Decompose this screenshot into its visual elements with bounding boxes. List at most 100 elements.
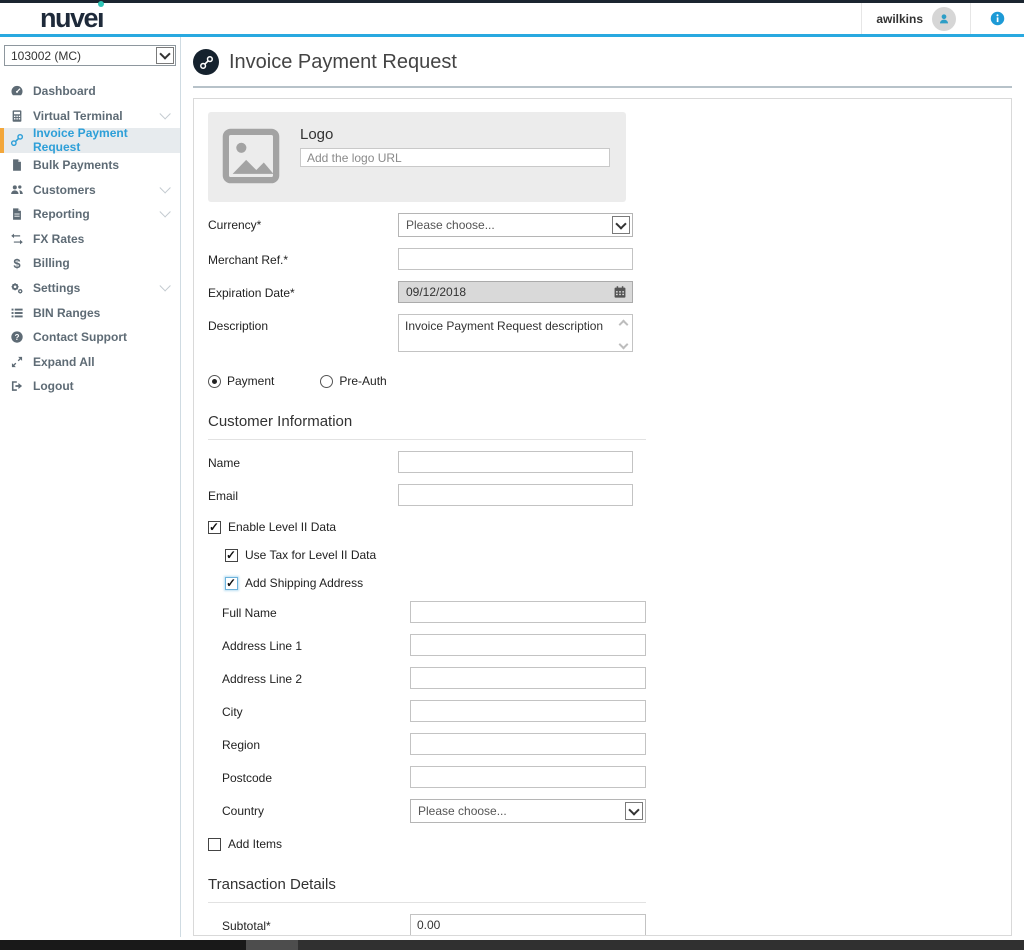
shipping-address1-input[interactable] <box>410 634 646 656</box>
full-name-label: Full Name <box>208 601 410 623</box>
link-icon <box>10 133 24 147</box>
sidebar-item-reporting[interactable]: Reporting <box>0 202 180 227</box>
nuvei-logo: nuveı <box>40 5 103 32</box>
enable-level2-row[interactable]: Enable Level II Data <box>200 520 1005 534</box>
dashboard-icon <box>10 84 24 98</box>
gears-icon <box>10 281 24 295</box>
sidebar-item-bin-ranges[interactable]: BIN Ranges <box>0 300 180 325</box>
list-icon <box>10 306 24 320</box>
preauth-radio-option[interactable]: Pre-Auth <box>320 374 386 388</box>
sidebar-item-virtual-terminal[interactable]: Virtual Terminal <box>0 104 180 129</box>
address1-label: Address Line 1 <box>208 634 410 656</box>
address2-label: Address Line 2 <box>208 667 410 689</box>
checkbox-add-shipping[interactable] <box>225 577 238 590</box>
info-button[interactable] <box>971 3 1024 34</box>
scrollbar-thumb[interactable] <box>246 940 298 950</box>
user-icon <box>937 12 951 26</box>
sidebar-item-dashboard[interactable]: Dashboard <box>0 79 180 104</box>
sidebar-item-customers[interactable]: Customers <box>0 177 180 202</box>
logout-icon <box>10 379 24 393</box>
logo-url-input[interactable] <box>300 148 610 167</box>
shipping-region-input[interactable] <box>410 733 646 755</box>
shipping-city-input[interactable] <box>410 700 646 722</box>
country-select[interactable]: Please choose... <box>410 799 646 823</box>
merchant-ref-input[interactable] <box>398 248 633 270</box>
radio-preauth[interactable] <box>320 375 333 388</box>
description-label: Description <box>208 314 398 357</box>
logo-label: Logo <box>300 126 612 143</box>
name-label: Name <box>208 451 398 473</box>
sidebar: 103002 (MC) Dashboard Virtual Terminal I… <box>0 37 181 937</box>
shipping-full-name-input[interactable] <box>410 601 646 623</box>
shipping-address2-input[interactable] <box>410 667 646 689</box>
checkbox-enable-level2[interactable] <box>208 521 221 534</box>
email-label: Email <box>208 484 398 506</box>
merchant-ref-label: Merchant Ref.* <box>208 248 398 270</box>
sidebar-item-logout[interactable]: Logout <box>0 374 180 399</box>
expand-icon <box>10 355 24 369</box>
sidebar-item-settings[interactable]: Settings <box>0 276 180 301</box>
transaction-details-heading: Transaction Details <box>208 876 646 903</box>
shipping-postcode-input[interactable] <box>410 766 646 788</box>
chevron-down-icon <box>159 280 170 291</box>
invoice-link-badge-icon <box>193 49 219 75</box>
chevron-down-icon <box>159 108 170 119</box>
expiration-date-label: Expiration Date* <box>208 281 398 303</box>
user-menu[interactable]: awilkins <box>862 3 970 34</box>
customer-information-heading: Customer Information <box>208 413 646 440</box>
expiration-date-input[interactable]: 09/12/2018 <box>398 281 633 303</box>
add-shipping-row[interactable]: Add Shipping Address <box>200 576 1005 590</box>
avatar[interactable] <box>932 7 956 31</box>
exchange-icon <box>10 232 24 246</box>
title-divider <box>193 86 1012 88</box>
radio-payment[interactable] <box>208 375 221 388</box>
terminal-icon <box>10 109 24 123</box>
currency-select[interactable]: Please choose... <box>398 213 633 237</box>
sidebar-item-billing[interactable]: $ Billing <box>0 251 180 276</box>
country-label: Country <box>208 799 410 823</box>
sidebar-item-fx-rates[interactable]: FX Rates <box>0 227 180 252</box>
customer-name-input[interactable] <box>398 451 633 473</box>
main-content: Invoice Payment Request Logo Currency* <box>181 37 1024 937</box>
sidebar-item-invoice-payment-request[interactable]: Invoice Payment Request <box>0 128 180 153</box>
dollar-icon: $ <box>10 256 24 271</box>
chevron-down-icon <box>159 182 170 193</box>
currency-label: Currency* <box>208 213 398 237</box>
payment-type-group: Payment Pre-Auth <box>200 374 1005 388</box>
file-icon <box>10 158 24 172</box>
add-items-row[interactable]: Add Items <box>200 837 1005 851</box>
chevron-down-icon[interactable] <box>156 47 174 64</box>
chevron-down-icon[interactable] <box>625 802 643 820</box>
info-icon <box>990 11 1005 26</box>
customer-email-input[interactable] <box>398 484 633 506</box>
description-textarea[interactable]: Invoice Payment Request description <box>398 314 633 352</box>
checkbox-use-tax[interactable] <box>225 549 238 562</box>
scrollbar-track-dark <box>0 940 246 950</box>
subtotal-label: Subtotal* <box>208 914 410 936</box>
calendar-icon[interactable] <box>613 285 627 302</box>
question-icon: ? <box>10 330 24 344</box>
users-icon <box>10 183 24 197</box>
postcode-label: Postcode <box>208 766 410 788</box>
logo-section: Logo <box>208 112 626 202</box>
report-icon <box>10 207 24 221</box>
subtotal-input[interactable] <box>410 914 646 936</box>
page-title: Invoice Payment Request <box>229 51 457 74</box>
chevron-down-icon <box>159 206 170 217</box>
sidebar-item-contact-support[interactable]: ? Contact Support <box>0 325 180 350</box>
account-select-value: 103002 (MC) <box>11 49 81 63</box>
app-header: nuveı awilkins <box>0 3 1024 37</box>
svg-text:?: ? <box>15 333 20 342</box>
sidebar-item-expand-all[interactable]: Expand All <box>0 350 180 375</box>
logo-teal-dot <box>98 1 104 7</box>
checkbox-add-items[interactable] <box>208 838 221 851</box>
use-tax-row[interactable]: Use Tax for Level II Data <box>200 548 1005 562</box>
chevron-down-icon[interactable] <box>612 216 630 234</box>
username-label: awilkins <box>876 12 923 26</box>
sidebar-item-bulk-payments[interactable]: Bulk Payments <box>0 153 180 178</box>
payment-radio-option[interactable]: Payment <box>208 374 274 388</box>
form-panel: Logo Currency* Please choose... Merchant… <box>193 98 1012 936</box>
horizontal-scrollbar[interactable] <box>0 940 1024 950</box>
account-select[interactable]: 103002 (MC) <box>4 45 176 66</box>
region-label: Region <box>208 733 410 755</box>
